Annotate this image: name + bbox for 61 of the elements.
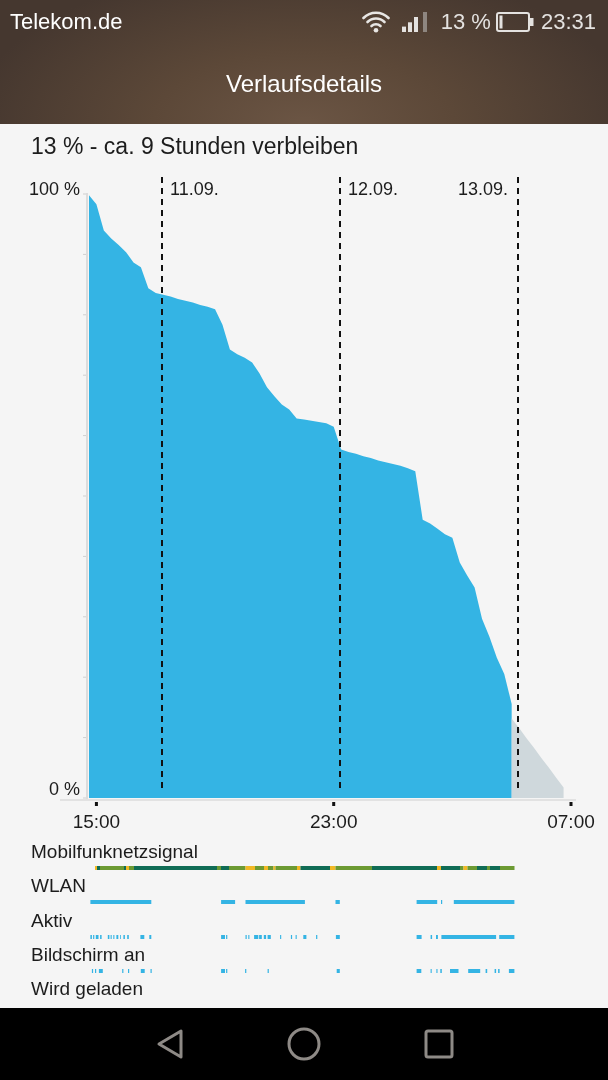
timeline-segment: [123, 934, 125, 939]
battery-percentage: 13 %: [440, 9, 491, 35]
timeline-segment: [450, 968, 459, 973]
timeline-segment: [336, 968, 340, 973]
timeline-segment: [416, 900, 438, 905]
timeline-segment: [127, 934, 129, 939]
date-label: 11.09.: [170, 179, 219, 199]
timeline-segment: [485, 968, 488, 973]
timeline-segment: [430, 934, 433, 939]
battery-icon: [495, 12, 534, 32]
timeline-segment: [430, 968, 432, 973]
timeline-segment: [140, 968, 145, 973]
x-axis-label: 07:00: [547, 811, 595, 832]
timeline-segment: [128, 968, 130, 973]
track-label: Bildschirm an: [31, 943, 146, 966]
timeline-segment: [245, 968, 247, 973]
timeline-segment: [303, 934, 307, 939]
timeline-segment: [508, 968, 515, 973]
x-axis-label: 15:00: [72, 811, 121, 832]
date-label: 12.09.: [348, 179, 399, 199]
recents-icon: [423, 1029, 454, 1059]
y-axis-label: 100 %: [28, 178, 80, 199]
timeline-segment: [416, 934, 422, 939]
timeline-segment: [440, 968, 442, 973]
timeline-segment: [316, 934, 318, 939]
timeline-segment: [140, 934, 145, 939]
carrier-name: Telekom.de: [10, 9, 123, 35]
timeline-segment: [436, 968, 438, 973]
timeline-segment: [245, 900, 305, 905]
battery-summary: 13 % - ca. 9 Stunden verbleiben: [31, 132, 359, 161]
x-axis-label: 23:00: [309, 811, 358, 832]
track-label: Wird geladen: [31, 978, 143, 1001]
timeline-segment: [441, 900, 443, 905]
timeline-segment: [436, 934, 438, 939]
track-label: WLAN: [31, 875, 86, 898]
clock-time: 23:31: [540, 9, 596, 35]
track-label: Aktiv: [31, 909, 73, 932]
timeline-segment: [221, 900, 236, 905]
timeline-segment: [499, 934, 515, 939]
timeline-segment: [122, 968, 124, 973]
date-label: 13.09.: [457, 179, 508, 199]
track-label: Mobilfunknetzsignal: [31, 841, 198, 863]
timeline-segment: [441, 934, 497, 939]
timeline-segment: [416, 968, 422, 973]
timeline-segment: [90, 900, 152, 905]
timeline-segment: [149, 934, 152, 939]
timeline-segment: [290, 934, 293, 939]
timeline-segment: [335, 900, 340, 905]
timeline-segment: [468, 968, 481, 973]
timeline-segment: [295, 934, 297, 939]
back-icon: [155, 1028, 184, 1060]
screen-title: Verlaufsdetails: [225, 70, 383, 98]
timeline-segment: [280, 934, 282, 939]
timeline-segment: [267, 968, 269, 973]
cellular-signal-icon: [401, 12, 427, 32]
timeline-segment: [335, 934, 340, 939]
timeline-segment: [453, 900, 515, 905]
wifi-icon: [361, 11, 390, 33]
y-axis-label: 0 %: [48, 778, 80, 799]
home-icon: [287, 1027, 321, 1061]
timeline-segment: [150, 968, 152, 973]
